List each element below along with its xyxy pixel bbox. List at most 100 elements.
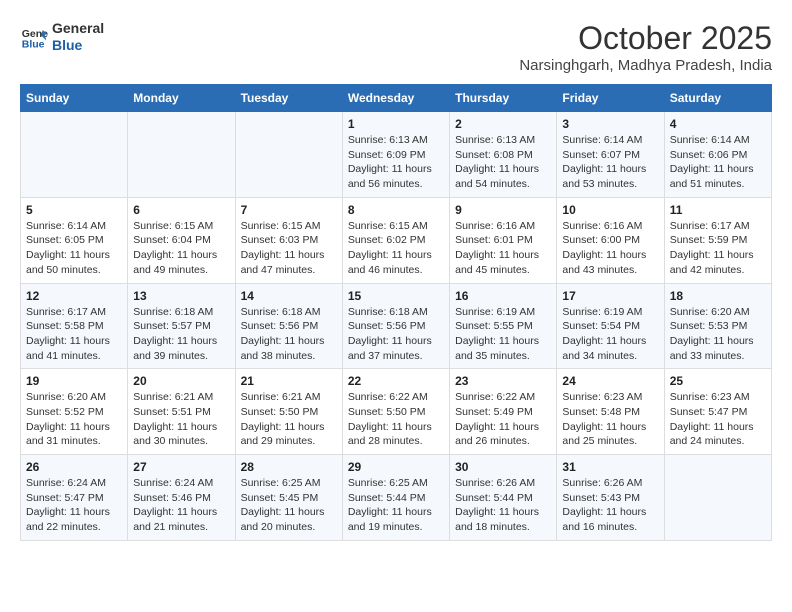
- calendar-cell: [664, 455, 771, 541]
- calendar-cell: 13Sunrise: 6:18 AM Sunset: 5:57 PM Dayli…: [128, 283, 235, 369]
- day-info: Sunrise: 6:22 AM Sunset: 5:50 PM Dayligh…: [348, 390, 444, 449]
- calendar-cell: 29 Sunrise: 6:25 AM Sunset: 5:44 PM Dayli…: [342, 455, 449, 541]
- day-info: Sunrise: 6:13 AM Sunset: 6:09 PM Dayligh…: [348, 133, 444, 192]
- calendar-cell: 19Sunrise: 6:20 AM Sunset: 5:52 PM Dayli…: [21, 369, 128, 455]
- day-number: 28: [241, 460, 337, 474]
- day-number: 1: [348, 117, 444, 131]
- calendar-cell: 24 Sunrise: 6:23 AM Sunset: 5:48 PM Dayli…: [557, 369, 664, 455]
- day-info: Sunrise: 6:24 AM Sunset: 5:46 PM Dayligh…: [133, 476, 229, 535]
- title-block: October 2025 Narsinghgarh, Madhya Prades…: [519, 20, 772, 74]
- day-info: Sunrise: 6:18 AM Sunset: 5:56 PM Dayligh…: [348, 305, 444, 364]
- day-number: 10: [562, 203, 658, 217]
- header-tuesday: Tuesday: [235, 85, 342, 112]
- svg-text:Blue: Blue: [22, 38, 45, 50]
- calendar-cell: [21, 112, 128, 198]
- day-info: Sunrise: 6:23 AM Sunset: 5:47 PM Dayligh…: [670, 390, 766, 449]
- calendar-cell: 25 Sunrise: 6:23 AM Sunset: 5:47 PM Dayli…: [664, 369, 771, 455]
- day-number: 15: [348, 289, 444, 303]
- day-info: Sunrise: 6:21 AM Sunset: 5:51 PM Dayligh…: [133, 390, 229, 449]
- calendar-cell: 27 Sunrise: 6:24 AM Sunset: 5:46 PM Dayli…: [128, 455, 235, 541]
- calendar-cell: 10 Sunrise: 6:16 AM Sunset: 6:00 PM Dayli…: [557, 197, 664, 283]
- day-info: Sunrise: 6:15 AM Sunset: 6:03 PM Dayligh…: [241, 219, 337, 278]
- day-number: 13: [133, 289, 229, 303]
- header-thursday: Thursday: [450, 85, 557, 112]
- calendar-cell: 18 Sunrise: 6:20 AM Sunset: 5:53 PM Dayli…: [664, 283, 771, 369]
- day-number: 18: [670, 289, 766, 303]
- day-number: 29: [348, 460, 444, 474]
- day-number: 9: [455, 203, 551, 217]
- day-info: Sunrise: 6:19 AM Sunset: 5:54 PM Dayligh…: [562, 305, 658, 364]
- week-row-1: 1 Sunrise: 6:13 AM Sunset: 6:09 PM Daylig…: [21, 112, 772, 198]
- day-number: 12: [26, 289, 122, 303]
- day-number: 22: [348, 374, 444, 388]
- header-saturday: Saturday: [664, 85, 771, 112]
- calendar-cell: 2 Sunrise: 6:13 AM Sunset: 6:08 PM Daylig…: [450, 112, 557, 198]
- day-number: 7: [241, 203, 337, 217]
- day-info: Sunrise: 6:21 AM Sunset: 5:50 PM Dayligh…: [241, 390, 337, 449]
- day-info: Sunrise: 6:17 AM Sunset: 5:59 PM Dayligh…: [670, 219, 766, 278]
- header-sunday: Sunday: [21, 85, 128, 112]
- calendar-cell: 4 Sunrise: 6:14 AM Sunset: 6:06 PM Daylig…: [664, 112, 771, 198]
- calendar-cell: 9Sunrise: 6:16 AM Sunset: 6:01 PM Daylig…: [450, 197, 557, 283]
- day-number: 5: [26, 203, 122, 217]
- day-info: Sunrise: 6:26 AM Sunset: 5:43 PM Dayligh…: [562, 476, 658, 535]
- day-number: 30: [455, 460, 551, 474]
- calendar-cell: 3Sunrise: 6:14 AM Sunset: 6:07 PM Daylig…: [557, 112, 664, 198]
- day-info: Sunrise: 6:18 AM Sunset: 5:56 PM Dayligh…: [241, 305, 337, 364]
- week-row-5: 26Sunrise: 6:24 AM Sunset: 5:47 PM Dayli…: [21, 455, 772, 541]
- day-info: Sunrise: 6:19 AM Sunset: 5:55 PM Dayligh…: [455, 305, 551, 364]
- day-number: 27: [133, 460, 229, 474]
- day-number: 8: [348, 203, 444, 217]
- day-info: Sunrise: 6:25 AM Sunset: 5:45 PM Dayligh…: [241, 476, 337, 535]
- calendar-cell: 21 Sunrise: 6:21 AM Sunset: 5:50 PM Dayli…: [235, 369, 342, 455]
- day-info: Sunrise: 6:13 AM Sunset: 6:08 PM Dayligh…: [455, 133, 551, 192]
- week-row-3: 12 Sunrise: 6:17 AM Sunset: 5:58 PM Dayli…: [21, 283, 772, 369]
- day-number: 14: [241, 289, 337, 303]
- calendar-cell: 1 Sunrise: 6:13 AM Sunset: 6:09 PM Daylig…: [342, 112, 449, 198]
- day-info: Sunrise: 6:25 AM Sunset: 5:44 PM Dayligh…: [348, 476, 444, 535]
- logo-text-line1: General: [52, 20, 104, 37]
- day-number: 2: [455, 117, 551, 131]
- calendar-cell: 16 Sunrise: 6:19 AM Sunset: 5:55 PM Dayli…: [450, 283, 557, 369]
- calendar-cell: 22 Sunrise: 6:22 AM Sunset: 5:50 PM Dayli…: [342, 369, 449, 455]
- day-number: 19: [26, 374, 122, 388]
- logo-text-line2: Blue: [52, 37, 104, 54]
- calendar-cell: 15 Sunrise: 6:18 AM Sunset: 5:56 PM Dayli…: [342, 283, 449, 369]
- day-number: 21: [241, 374, 337, 388]
- calendar-cell: [128, 112, 235, 198]
- day-info: Sunrise: 6:26 AM Sunset: 5:44 PM Dayligh…: [455, 476, 551, 535]
- calendar-cell: 28 Sunrise: 6:25 AM Sunset: 5:45 PM Dayli…: [235, 455, 342, 541]
- day-info: Sunrise: 6:15 AM Sunset: 6:04 PM Dayligh…: [133, 219, 229, 278]
- day-info: Sunrise: 6:20 AM Sunset: 5:53 PM Dayligh…: [670, 305, 766, 364]
- day-number: 26: [26, 460, 122, 474]
- day-number: 23: [455, 374, 551, 388]
- day-info: Sunrise: 6:15 AM Sunset: 6:02 PM Dayligh…: [348, 219, 444, 278]
- day-info: Sunrise: 6:16 AM Sunset: 6:00 PM Dayligh…: [562, 219, 658, 278]
- calendar-cell: 5 Sunrise: 6:14 AM Sunset: 6:05 PM Daylig…: [21, 197, 128, 283]
- day-number: 16: [455, 289, 551, 303]
- calendar-cell: 12 Sunrise: 6:17 AM Sunset: 5:58 PM Dayli…: [21, 283, 128, 369]
- day-info: Sunrise: 6:23 AM Sunset: 5:48 PM Dayligh…: [562, 390, 658, 449]
- header-wednesday: Wednesday: [342, 85, 449, 112]
- calendar-cell: 11Sunrise: 6:17 AM Sunset: 5:59 PM Dayli…: [664, 197, 771, 283]
- page-header: General Blue General Blue October 2025 N…: [20, 20, 772, 74]
- day-number: 24: [562, 374, 658, 388]
- calendar-header-row: SundayMondayTuesdayWednesdayThursdayFrid…: [21, 85, 772, 112]
- calendar-table: SundayMondayTuesdayWednesdayThursdayFrid…: [20, 84, 772, 541]
- day-info: Sunrise: 6:14 AM Sunset: 6:06 PM Dayligh…: [670, 133, 766, 192]
- month-title: October 2025: [519, 20, 772, 57]
- header-monday: Monday: [128, 85, 235, 112]
- calendar-cell: 8 Sunrise: 6:15 AM Sunset: 6:02 PM Daylig…: [342, 197, 449, 283]
- day-number: 25: [670, 374, 766, 388]
- day-info: Sunrise: 6:14 AM Sunset: 6:07 PM Dayligh…: [562, 133, 658, 192]
- day-number: 4: [670, 117, 766, 131]
- day-number: 17: [562, 289, 658, 303]
- header-friday: Friday: [557, 85, 664, 112]
- day-number: 6: [133, 203, 229, 217]
- day-info: Sunrise: 6:14 AM Sunset: 6:05 PM Dayligh…: [26, 219, 122, 278]
- day-info: Sunrise: 6:17 AM Sunset: 5:58 PM Dayligh…: [26, 305, 122, 364]
- day-number: 20: [133, 374, 229, 388]
- week-row-2: 5 Sunrise: 6:14 AM Sunset: 6:05 PM Daylig…: [21, 197, 772, 283]
- calendar-cell: 17 Sunrise: 6:19 AM Sunset: 5:54 PM Dayli…: [557, 283, 664, 369]
- calendar-cell: 6 Sunrise: 6:15 AM Sunset: 6:04 PM Daylig…: [128, 197, 235, 283]
